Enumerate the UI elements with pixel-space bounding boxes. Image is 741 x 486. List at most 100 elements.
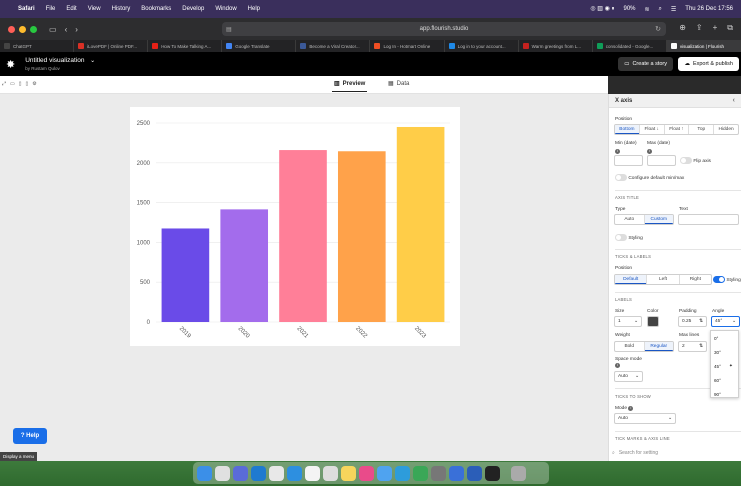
menu-view[interactable]: View (88, 6, 101, 12)
panel-header[interactable]: X axis ‹ (609, 94, 741, 108)
clock[interactable]: Thu 26 Dec 17:56 (685, 6, 733, 12)
bar-2021[interactable] (279, 150, 327, 322)
tab-login-account[interactable]: Log in to your account... (445, 40, 519, 52)
telegram-icon[interactable] (395, 465, 410, 481)
export-publish-button[interactable]: ☁ Export & publish (678, 57, 739, 71)
bar-2020[interactable] (220, 209, 269, 322)
music-icon[interactable] (359, 465, 374, 481)
tick-position-right[interactable]: Right (680, 275, 711, 284)
zoom-window-button[interactable] (30, 25, 37, 33)
back-icon[interactable]: ‹ (65, 25, 68, 34)
menu-safari[interactable]: Safari (18, 6, 35, 12)
fullscreen-icon[interactable]: ⤢ (2, 81, 6, 87)
menu-file[interactable]: File (46, 6, 56, 12)
bar-2023[interactable] (396, 126, 445, 322)
download-icon[interactable]: ⊕ (679, 23, 686, 33)
flip-axis-toggle[interactable] (680, 157, 692, 164)
max-date-input[interactable] (647, 155, 676, 166)
desktop-icon[interactable]: ▭ (10, 81, 15, 87)
notes-icon[interactable] (341, 465, 356, 481)
tab-overview-icon[interactable]: ⧉ (727, 23, 733, 33)
angle-option-90[interactable]: 90° (711, 387, 738, 401)
tab-gmail[interactable]: Warm greetings from L... (519, 40, 593, 52)
status-icons[interactable]: ◎ ▥ ◉ ⏸ (590, 5, 614, 13)
mode-select[interactable]: Auto ⌄ (614, 413, 676, 424)
tab-chatgpt[interactable]: ChatGPT (0, 40, 75, 52)
create-story-button[interactable]: ▭ Create a story (618, 57, 673, 71)
word-icon[interactable] (467, 465, 482, 481)
min-info-icon[interactable]: i (615, 148, 620, 154)
configure-minmax-toggle[interactable] (615, 174, 627, 181)
position-float-down[interactable]: Float ↓ (640, 125, 665, 134)
close-window-button[interactable] (8, 25, 15, 33)
new-tab-icon[interactable]: + (713, 23, 718, 33)
menu-help[interactable]: Help (248, 6, 260, 12)
tab-google-translate[interactable]: Google Translate (222, 40, 297, 52)
terminal-icon[interactable] (485, 465, 500, 481)
search-icon[interactable]: ⌕ (659, 6, 662, 13)
padding-input[interactable]: 0.25 ⇅ (678, 316, 707, 327)
wifi-icon[interactable]: ≋ (645, 6, 650, 13)
tab-flourish[interactable]: visualization | Flourish (666, 40, 741, 52)
finder-icon[interactable] (197, 465, 212, 481)
tick-position-left[interactable]: Left (647, 275, 680, 284)
position-hidden[interactable]: Hidden (714, 125, 738, 134)
shortcuts-icon[interactable] (233, 465, 248, 481)
space-info-icon[interactable]: i (615, 363, 620, 368)
chevron-down-icon[interactable]: ⌄ (90, 58, 95, 64)
tab-preview[interactable]: ▥ Preview (331, 80, 368, 92)
position-bottom[interactable]: Bottom (615, 125, 640, 134)
tab-viral-creator[interactable]: Become a Viral Creator... (296, 40, 371, 52)
excel-icon[interactable] (413, 465, 428, 481)
trash-icon[interactable] (511, 465, 526, 481)
min-date-input[interactable] (614, 155, 643, 166)
safari-icon[interactable] (287, 465, 302, 481)
control-center-icon[interactable]: ☰ (671, 6, 676, 13)
tab-data[interactable]: ▦ Data (388, 80, 409, 88)
tick-position-default[interactable]: Default (615, 275, 648, 284)
menu-history[interactable]: History (112, 6, 131, 12)
weight-regular[interactable]: Regular (644, 342, 673, 351)
tab-ilovepdf[interactable]: iLovePDF | Online PDF... (74, 40, 149, 52)
launchpad-icon[interactable] (215, 465, 230, 481)
flourish-logo-icon[interactable]: ✸ (6, 58, 15, 71)
calendar-icon[interactable] (305, 465, 320, 481)
axis-title-text-input[interactable] (678, 214, 739, 225)
help-button[interactable]: ? Help (13, 428, 47, 444)
bitwarden-icon[interactable] (449, 465, 464, 481)
angle-option-45[interactable]: 45° ✦ (711, 359, 738, 373)
sidebar-icon[interactable]: ▭ (49, 25, 57, 34)
max-info-icon[interactable]: i (647, 148, 652, 154)
settings-icon[interactable]: ⚙ (32, 81, 36, 87)
angle-option-60[interactable]: 60° (711, 373, 738, 387)
settings-icon[interactable] (431, 465, 446, 481)
tab-google-sheets[interactable]: consolidated - Google... (593, 40, 667, 52)
page-settings-icon[interactable]: ▤ (226, 26, 232, 33)
vscode-icon[interactable] (251, 465, 266, 481)
reload-icon[interactable]: ↻ (655, 25, 661, 33)
bar-2019[interactable] (161, 228, 210, 322)
forward-icon[interactable]: › (75, 25, 78, 34)
doc-title[interactable]: Untitled visualization (25, 57, 84, 64)
minimize-window-button[interactable] (19, 25, 26, 33)
share-icon[interactable]: ⇪ (696, 23, 703, 33)
position-top[interactable]: Top (689, 125, 715, 134)
label-color-swatch[interactable] (647, 316, 659, 327)
space-mode-select[interactable]: Auto ⌄ (614, 371, 643, 382)
size-select[interactable]: 1 ⌄ (614, 316, 642, 327)
tab-youtube[interactable]: How To Make Talking A... (148, 40, 223, 52)
contacts-icon[interactable] (323, 465, 338, 481)
menu-bookmarks[interactable]: Bookmarks (141, 6, 171, 12)
bar-2022[interactable] (337, 151, 386, 322)
position-float-up[interactable]: Float ↑ (665, 125, 690, 134)
mode-info-icon[interactable]: i (628, 406, 634, 411)
app-store-icon[interactable] (377, 465, 392, 481)
mobile-icon[interactable]: ▯ (26, 81, 29, 87)
tablet-icon[interactable]: ▯ (19, 81, 22, 87)
angle-select[interactable]: 45° ⌄ (711, 316, 740, 327)
angle-option-0[interactable]: 0° (711, 331, 738, 345)
type-custom[interactable]: Custom (644, 215, 673, 224)
battery-percent[interactable]: 90% (623, 6, 635, 12)
angle-option-30[interactable]: 30° (711, 345, 738, 359)
address-bar[interactable]: ▤ app.flourish.studio ↻ (222, 22, 666, 36)
